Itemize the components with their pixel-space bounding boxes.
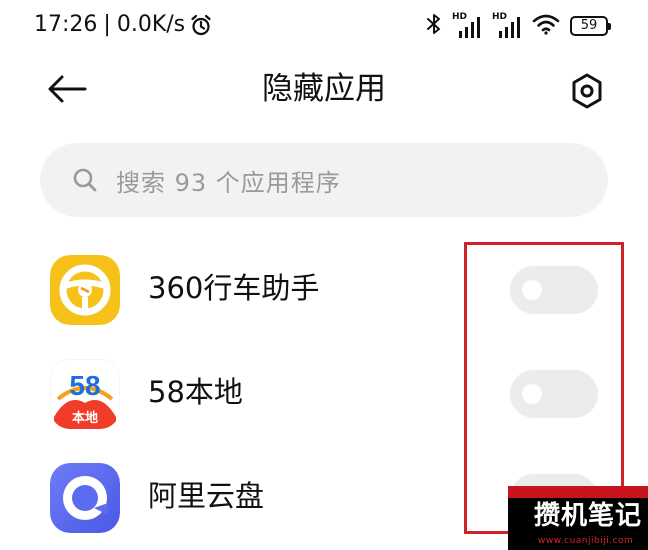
status-separator: | [103,12,111,37]
network-speed: 0.0K/s [116,12,186,37]
app-name: 360行车助手 [148,271,320,305]
watermark: 攒机笔记 www.cuanjibiji.com [508,486,648,550]
58-logo-label: 本地 [72,410,98,426]
watermark-text: 攒机笔记 [534,501,643,531]
58-local-app-icon: 58 本地 [50,359,120,429]
header: 隐藏应用 [0,58,648,120]
app-name: 阿里云盘 [148,479,265,513]
alarm-icon [189,13,213,37]
settings-button[interactable] [566,70,608,112]
page-title: 隐藏应用 [262,71,386,107]
signal-icon: HD [452,12,482,39]
status-bar: 17:26 | 0.0K/s HD HD 59 [0,0,648,50]
status-time: 17:26 [34,12,98,37]
watermark-bar [508,486,648,498]
back-button[interactable] [44,70,90,108]
gear-icon [572,73,602,109]
wifi-icon [532,13,560,39]
app-name: 58本地 [148,375,243,409]
aliyun-drive-app-icon [50,463,120,533]
search-placeholder: 搜索 93 个应用程序 [116,168,341,197]
status-left: 17:26 | 0.0K/s [34,10,213,40]
signal-icon: HD [492,12,522,39]
search-input[interactable]: 搜索 93 个应用程序 [40,143,608,217]
search-icon [73,168,97,192]
battery-icon: 59 [570,16,611,36]
steering-wheel-app-icon [50,255,120,325]
58-logo-text: 58 [69,370,100,401]
battery-level: 59 [580,18,598,33]
watermark-url: www.cuanjibiji.com [538,536,634,546]
back-arrow-icon [48,75,87,103]
bluetooth-icon [426,12,442,40]
status-right: HD HD 59 [426,12,611,40]
